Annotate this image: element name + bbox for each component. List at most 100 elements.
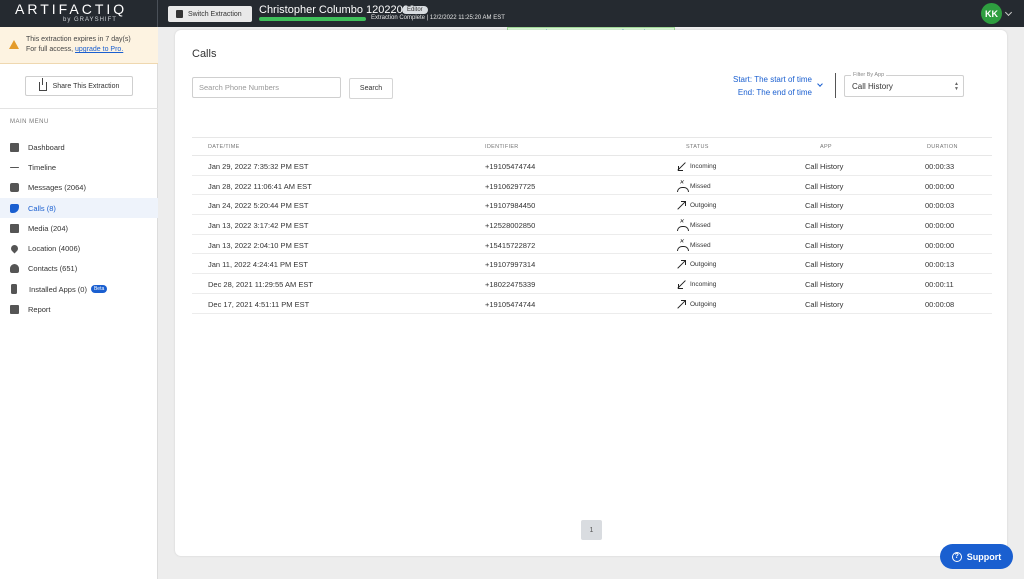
- editor-badge: Editor: [402, 6, 428, 14]
- sidebar-item-label: Contacts (651): [28, 264, 78, 274]
- filter-label: Filter By App: [851, 72, 887, 78]
- cell-duration: 00:00:33: [925, 162, 955, 171]
- beta-badge: Beta: [90, 285, 108, 294]
- cell-app: Call History: [805, 181, 844, 191]
- status-label: Missed: [690, 241, 711, 249]
- sidebar-item-label: Location (4006): [28, 244, 81, 254]
- cell-app: Call History: [805, 260, 844, 270]
- incoming-call-icon: [677, 162, 686, 171]
- cell-duration: 00:00:00: [925, 181, 955, 191]
- date-range-selector[interactable]: Start: The start of time End: The end of…: [700, 73, 812, 99]
- outgoing-call-icon: [677, 201, 686, 210]
- sidebar-item-label: Installed Apps (0): [29, 284, 87, 294]
- location-icon: [9, 243, 20, 254]
- calls-table: DATE/TIME IDENTIFIER STATUS APP DURATION…: [192, 137, 992, 314]
- column-header-duration[interactable]: DURATION: [927, 144, 958, 150]
- cell-identifier: +12528002850: [485, 221, 536, 231]
- warning-line-2: For full access, upgrade to Pro.: [26, 45, 131, 55]
- column-header-datetime[interactable]: DATE/TIME: [208, 144, 240, 150]
- outgoing-call-icon: [677, 260, 686, 269]
- filter-value: Call History: [852, 82, 893, 91]
- sidebar-item-label: Report: [28, 305, 51, 315]
- media-icon: [10, 223, 19, 233]
- share-icon: [38, 77, 47, 91]
- cell-status: Outgoing: [677, 299, 717, 309]
- logo-subtext: by GRAYSHIFT: [63, 17, 117, 23]
- sidebar-item-report[interactable]: Report: [0, 299, 158, 319]
- page-title: Calls: [192, 48, 217, 60]
- share-extraction-label: Share This Extraction: [52, 82, 120, 90]
- sidebar-item-calls[interactable]: Calls (8): [0, 197, 158, 219]
- report-icon: [10, 305, 19, 315]
- missed-call-icon: [677, 218, 689, 232]
- share-extraction-button[interactable]: Share This Extraction: [25, 76, 133, 96]
- sidebar-item-label: Calls (8): [28, 203, 56, 213]
- warning-icon: [9, 40, 19, 49]
- status-label: Incoming: [690, 281, 717, 289]
- extraction-progress-bar: [259, 17, 366, 21]
- range-start: Start: The start of time: [733, 75, 812, 84]
- table-body: Jan 29, 2022 7:35:32 PM EST +19105474744 I…: [192, 156, 992, 314]
- upgrade-link[interactable]: upgrade to Pro.: [75, 46, 123, 53]
- sidebar-item-label: Media (204): [28, 223, 69, 233]
- cell-app: Call History: [805, 280, 844, 290]
- table-row[interactable]: Jan 29, 2022 7:35:32 PM EST +19105474744 I…: [192, 156, 992, 176]
- search-phone-input[interactable]: [192, 77, 341, 98]
- table-row[interactable]: Dec 28, 2021 11:29:55 AM EST +18022475339…: [192, 274, 992, 294]
- sidebar-item-messages[interactable]: Messages (2064): [0, 178, 158, 198]
- cell-datetime: Dec 28, 2021 11:29:55 AM EST: [208, 280, 313, 290]
- cell-status: Outgoing: [677, 201, 716, 210]
- table-row[interactable]: Dec 17, 2021 4:51:11 PM EST +19105474744 O…: [192, 294, 992, 314]
- cell-identifier: +19106297725: [485, 181, 536, 191]
- cell-duration: 00:00:00: [925, 240, 955, 250]
- chevron-down-icon[interactable]: [1004, 8, 1013, 17]
- cell-identifier: +18022475339: [485, 280, 536, 290]
- cell-duration: 00:00:13: [925, 260, 955, 270]
- table-row[interactable]: Jan 13, 2022 2:04:10 PM EST +15415722872 M…: [192, 235, 992, 255]
- cell-duration: 00:00:08: [925, 299, 955, 309]
- sidebar-item-contacts[interactable]: Contacts (651): [0, 259, 158, 279]
- app-logo[interactable]: ARTIFACTIQ by GRAYSHIFT: [15, 2, 127, 23]
- cell-identifier: +19107997314: [485, 260, 536, 270]
- missed-call-icon: [677, 238, 689, 251]
- status-label: Outgoing: [690, 261, 717, 269]
- topbar-divider: [157, 0, 158, 27]
- cell-datetime: Dec 17, 2021 4:51:11 PM EST: [208, 299, 310, 309]
- cell-status: Missed: [677, 179, 711, 192]
- sidebar-item-installed-apps[interactable]: Installed Apps (0) Beta: [0, 279, 158, 299]
- range-separator: [835, 73, 836, 98]
- table-row[interactable]: Jan 13, 2022 3:17:42 PM EST +12528002850 M…: [192, 215, 992, 235]
- sidebar-item-location[interactable]: Location (4006): [0, 238, 158, 258]
- column-header-status[interactable]: STATUS: [686, 144, 709, 150]
- column-header-app[interactable]: APP: [820, 144, 832, 150]
- search-button[interactable]: Search: [349, 78, 393, 99]
- cell-datetime: Jan 29, 2022 7:35:32 PM EST: [208, 162, 309, 171]
- table-row[interactable]: Jan 11, 2022 4:24:41 PM EST +19107997314 O…: [192, 254, 992, 275]
- column-header-identifier[interactable]: IDENTIFIER: [485, 144, 519, 150]
- status-label: Outgoing: [690, 300, 717, 308]
- sidebar-item-dashboard[interactable]: Dashboard: [0, 137, 158, 157]
- progress-fill: [259, 17, 366, 21]
- sidebar-item-timeline[interactable]: Timeline: [0, 157, 158, 177]
- cell-identifier: +19107984450: [485, 201, 536, 211]
- cell-app: Call History: [805, 221, 844, 231]
- sidebar-item-label: Dashboard: [28, 142, 65, 152]
- table-row[interactable]: Jan 28, 2022 11:06:41 AM EST +19106297725…: [192, 176, 992, 196]
- cell-status: Incoming: [677, 280, 717, 290]
- page-button[interactable]: 1: [581, 520, 602, 540]
- cell-duration: 00:00:00: [925, 221, 955, 231]
- cell-status: Outgoing: [677, 260, 716, 269]
- support-button[interactable]: ? Support: [940, 544, 1013, 569]
- filter-by-app-select[interactable]: Filter By App Call History ▲ ▼: [844, 72, 964, 97]
- range-end: End: The end of time: [737, 88, 812, 97]
- messages-icon: [10, 183, 19, 193]
- cell-status: Incoming: [677, 162, 716, 171]
- cell-datetime: Jan 28, 2022 11:06:41 AM EST: [208, 181, 312, 191]
- cell-status: Missed: [677, 238, 711, 251]
- user-avatar[interactable]: KK: [981, 3, 1002, 24]
- dashboard-icon: [10, 142, 19, 152]
- sidebar-item-media[interactable]: Media (204): [0, 218, 158, 238]
- table-row[interactable]: Jan 24, 2022 5:20:44 PM EST +19107984450 O…: [192, 195, 992, 216]
- missed-call-icon: [677, 179, 689, 192]
- switch-extraction-button[interactable]: Switch Extraction: [168, 6, 252, 22]
